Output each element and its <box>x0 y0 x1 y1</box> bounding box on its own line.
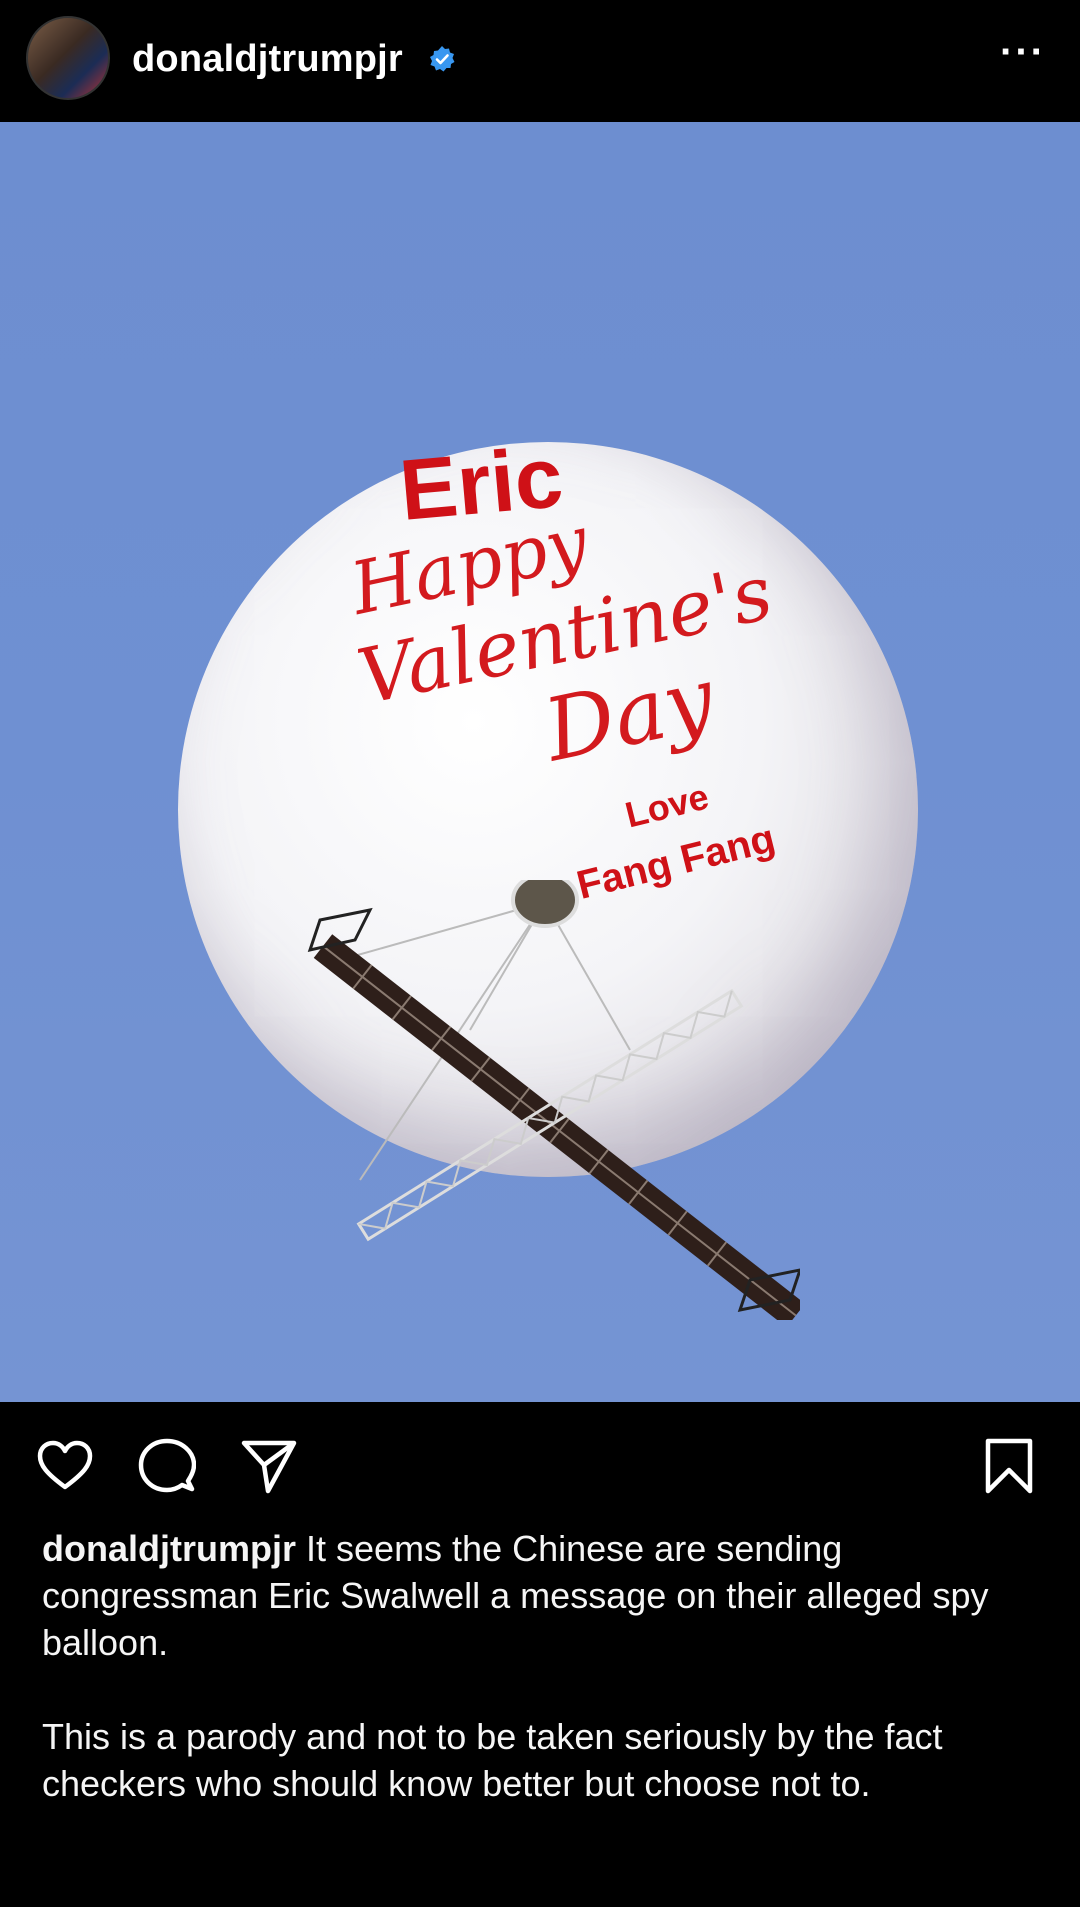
bookmark-icon[interactable] <box>980 1437 1038 1495</box>
payload-truss-graphic <box>307 880 800 1320</box>
more-horizontal-icon[interactable]: ··· <box>1000 32 1046 72</box>
heart-icon[interactable] <box>36 1437 94 1495</box>
post-header: donaldjtrumpjr ··· <box>0 0 1080 122</box>
avatar[interactable] <box>26 16 110 100</box>
comment-icon[interactable] <box>138 1437 196 1495</box>
verified-badge-icon <box>430 46 455 72</box>
caption-username[interactable]: donaldjtrumpjr <box>42 1528 296 1569</box>
send-icon[interactable] <box>240 1437 298 1495</box>
caption-text-2: This is a parody and not to be taken ser… <box>42 1716 943 1804</box>
post-username[interactable]: donaldjtrumpjr <box>132 38 403 81</box>
post-caption: donaldjtrumpjr It seems the Chinese are … <box>42 1525 1042 1807</box>
